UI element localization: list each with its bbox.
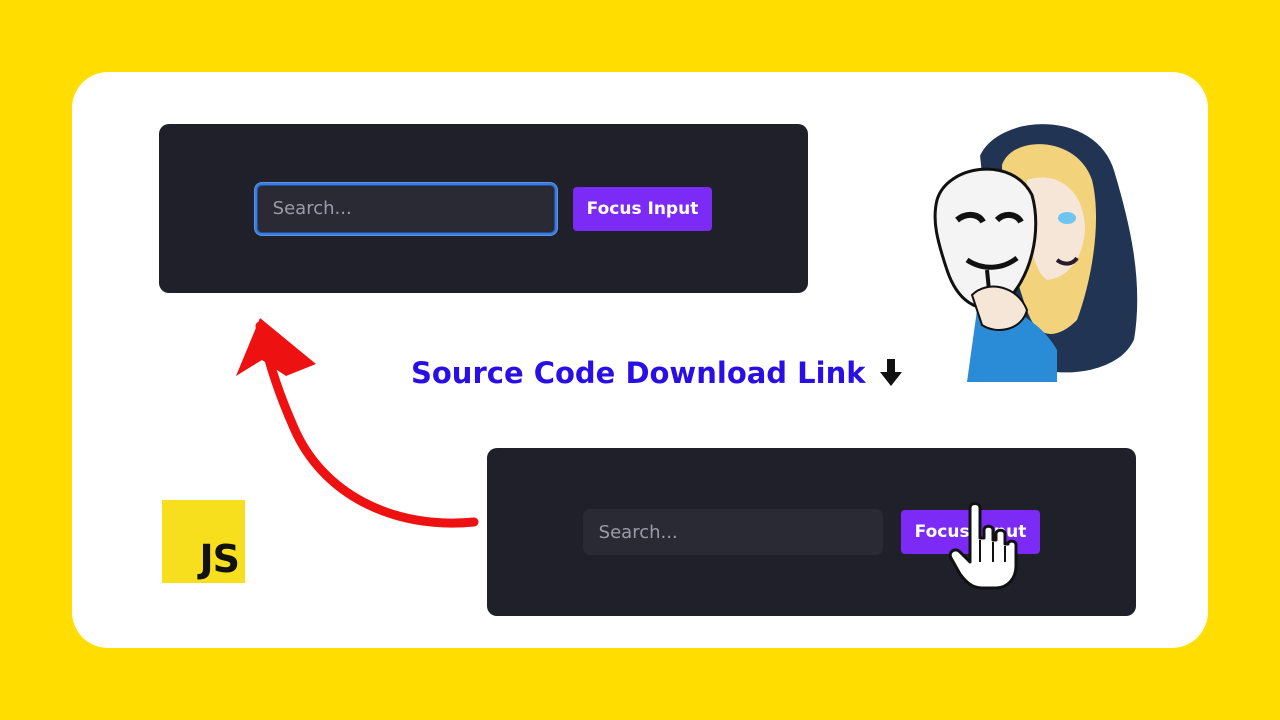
hand-pointer-icon [948,502,1018,590]
headline-text[interactable]: Source Code Download Link [411,356,866,390]
demo-panel-focused: Search... Focus Input [159,124,808,293]
content-card: Search... Focus Input Source Code Downlo… [72,72,1208,648]
headline[interactable]: Source Code Download Link [411,356,902,390]
curved-arrow-icon [236,318,479,528]
search-input[interactable]: Search... [582,509,883,555]
js-logo-text: JS [199,537,240,581]
down-arrow-icon [879,359,902,386]
search-input[interactable]: Search... [254,182,557,235]
hacker-mascot-illustration [917,110,1157,389]
focus-input-button[interactable]: Focus Input [572,186,713,231]
javascript-logo: JS [162,500,245,583]
demo-panel-default: Search... Focus Input [487,448,1136,616]
